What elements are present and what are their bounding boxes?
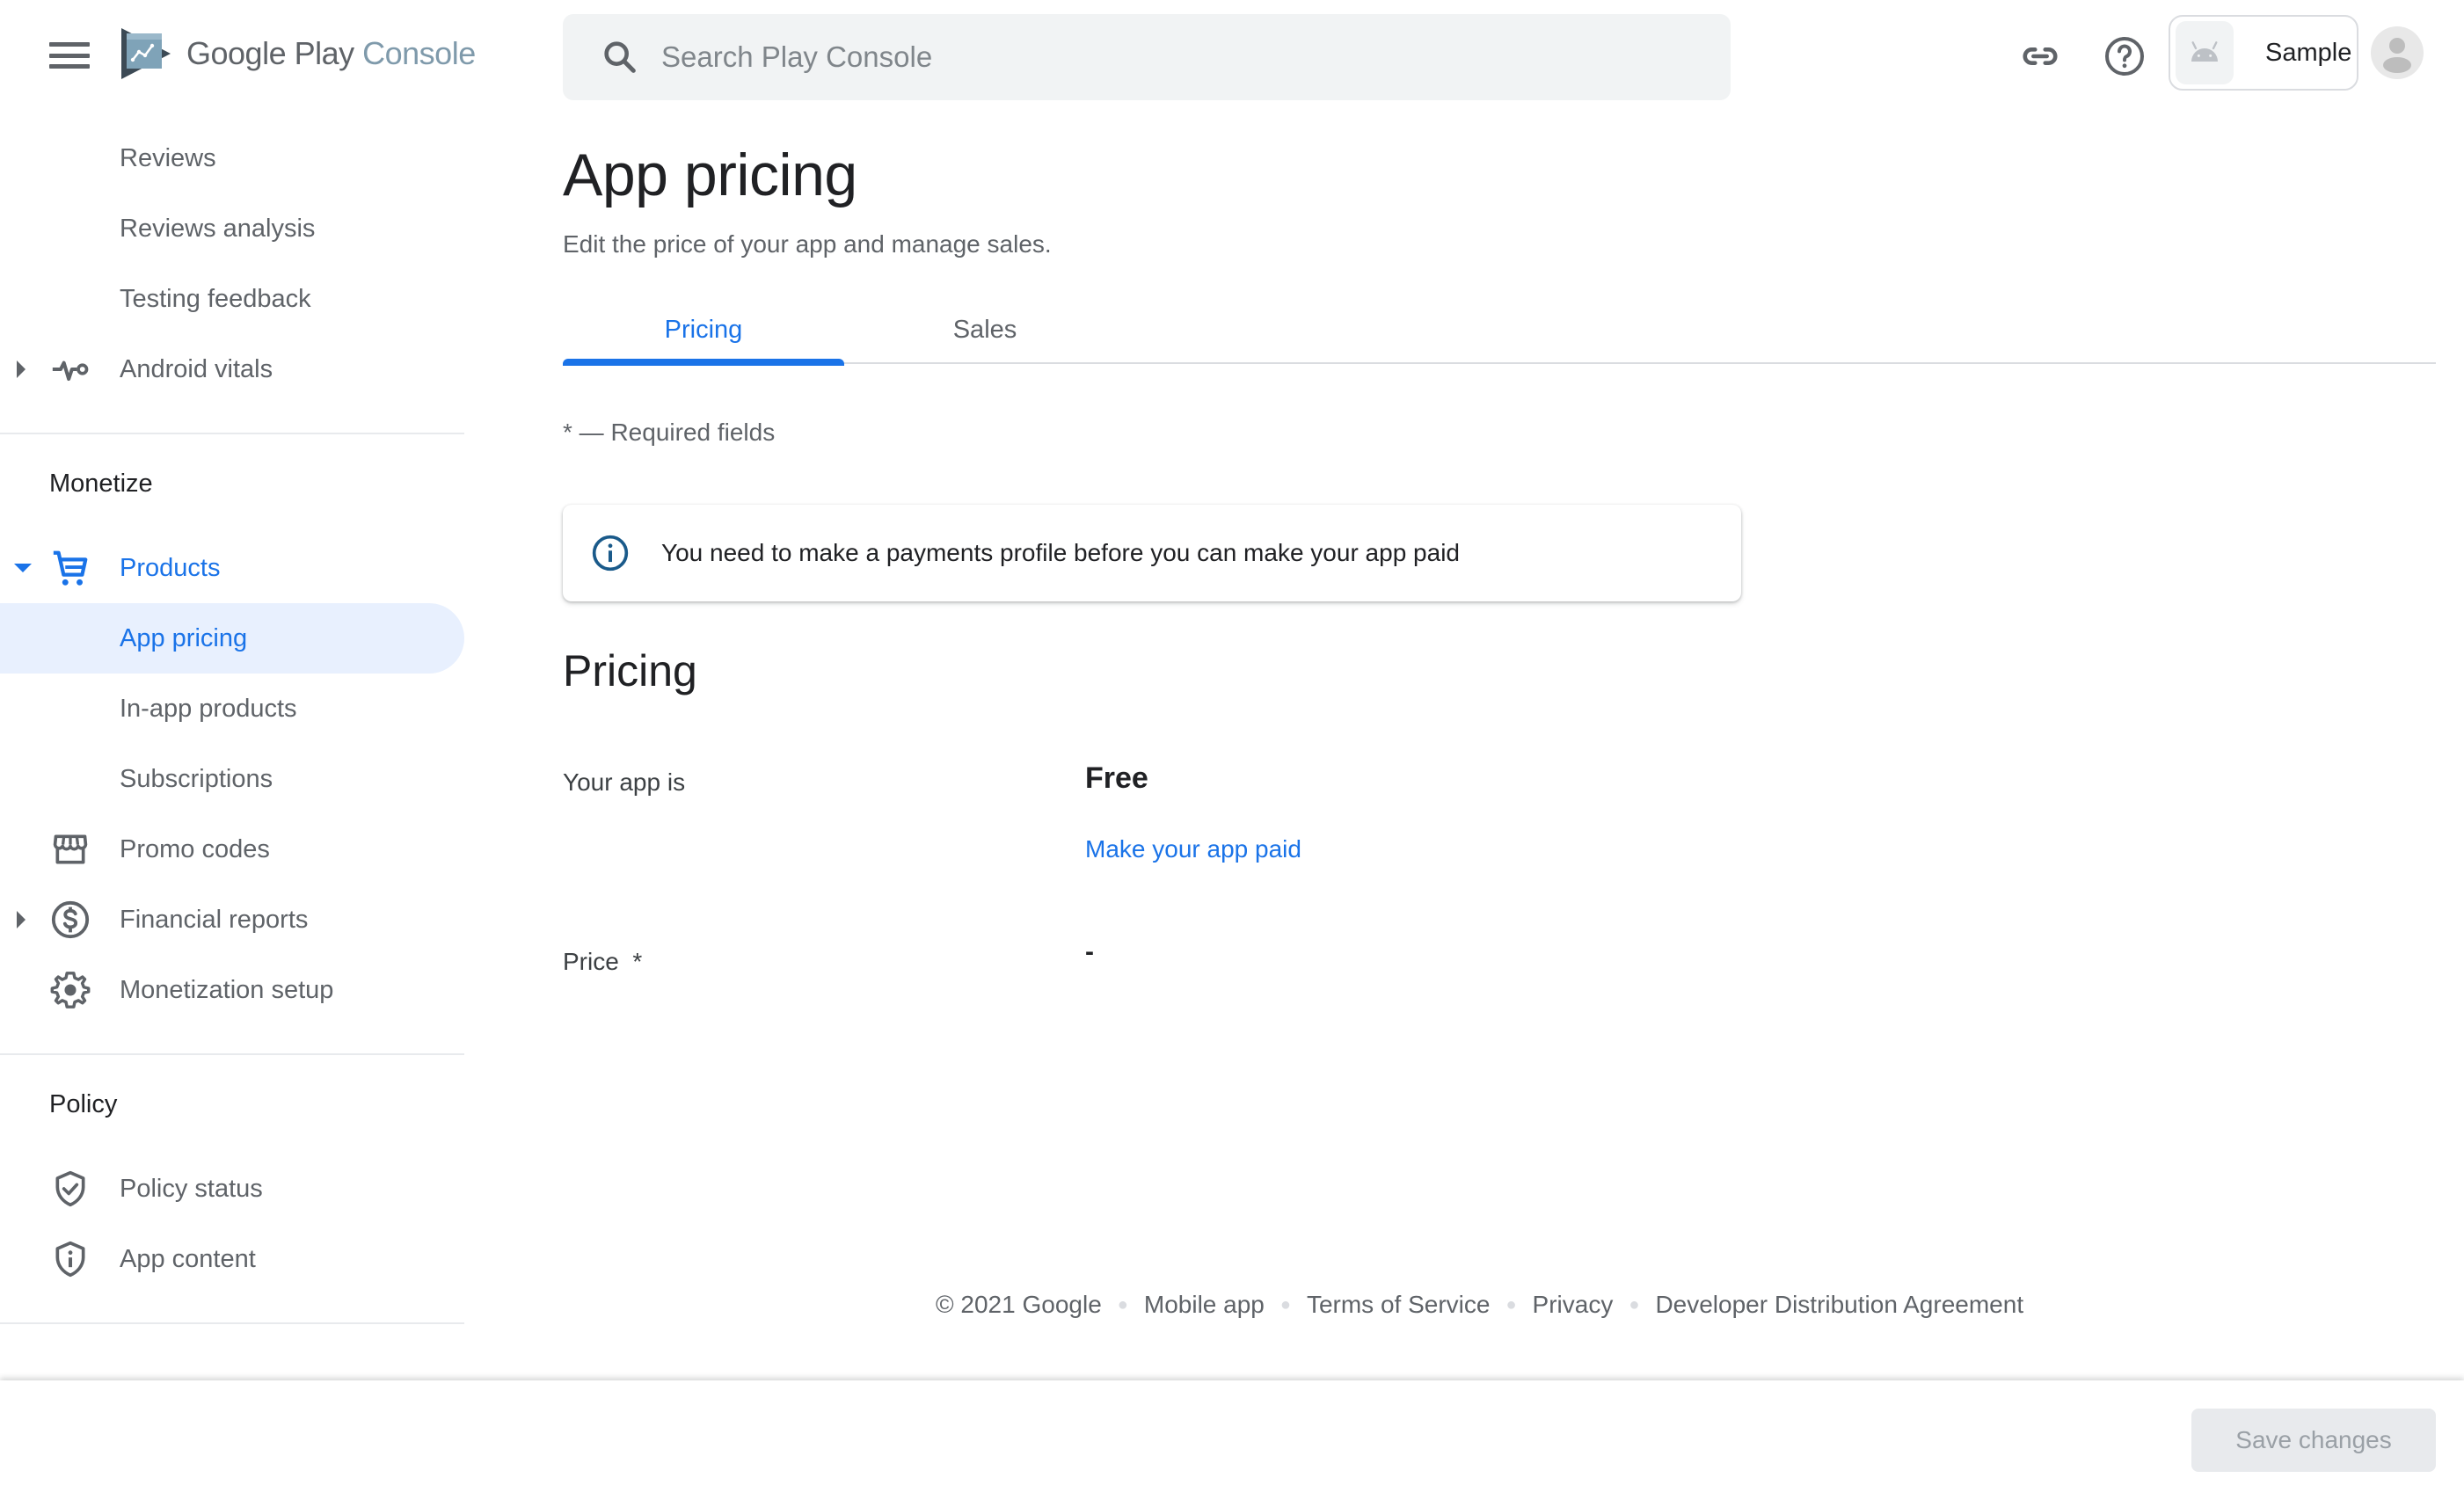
search-icon <box>604 41 636 73</box>
menu-icon[interactable] <box>46 35 93 76</box>
price-value: - <box>1085 937 1094 966</box>
search-bar[interactable] <box>563 14 1731 100</box>
footer-link-privacy[interactable]: Privacy <box>1533 1291 1614 1319</box>
collapse-arrow-icon[interactable] <box>14 562 32 574</box>
tab-bar: Pricing Sales <box>563 295 2436 366</box>
section-title-monetize: Monetize <box>49 470 153 498</box>
section-title-policy: Policy <box>49 1090 118 1118</box>
info-icon <box>592 535 629 572</box>
app-selector[interactable]: Sample <box>2169 15 2358 91</box>
sidebar-item-label: Subscriptions <box>120 764 273 793</box>
vitals-icon <box>49 348 91 390</box>
required-fields-note: * — Required fields <box>563 419 776 446</box>
sidebar-item-label: App content <box>120 1244 256 1273</box>
footer-separator: ● <box>1505 1294 1517 1314</box>
pricing-section-title: Pricing <box>563 646 697 695</box>
sidebar-item-label: Products <box>120 553 221 582</box>
app-is-label: Your app is <box>563 768 686 796</box>
sidebar-item-subscriptions[interactable]: Subscriptions <box>0 744 464 814</box>
expand-arrow-icon[interactable] <box>14 360 28 378</box>
storefront-icon <box>49 828 91 870</box>
footer-link-dda[interactable]: Developer Distribution Agreement <box>1655 1291 2023 1319</box>
sidebar-item-label: In-app products <box>120 694 297 723</box>
make-app-paid-link[interactable]: Make your app paid <box>1085 835 1301 863</box>
expand-arrow-icon[interactable] <box>14 911 28 928</box>
sidebar-item-promo-codes[interactable]: Promo codes <box>0 814 464 885</box>
sidebar-item-label: Reviews <box>120 143 216 172</box>
tab-pricing[interactable]: Pricing <box>563 295 844 366</box>
sidebar-divider <box>0 433 464 434</box>
footer-separator: ● <box>1279 1294 1291 1314</box>
top-app-bar: Google Play Console Sample <box>0 0 2464 111</box>
bottom-action-bar: Save changes <box>0 1380 2464 1500</box>
sidebar-item-label: App pricing <box>120 623 248 652</box>
sidebar-item-testing-feedback[interactable]: Testing feedback <box>0 264 464 334</box>
price-label: Price * <box>563 948 643 975</box>
sidebar-item-label: Monetization setup <box>120 975 334 1004</box>
sidebar-item-label: Reviews analysis <box>120 214 316 243</box>
logo-text-secondary: Console <box>362 35 476 71</box>
footer-separator: ● <box>1117 1294 1128 1314</box>
save-changes-button[interactable]: Save changes <box>2191 1409 2436 1472</box>
info-banner: You need to make a payments profile befo… <box>563 505 1741 601</box>
dollar-icon <box>49 899 91 941</box>
sidebar-nav: Reviews Reviews analysis Testing feedbac… <box>0 111 464 1386</box>
gear-icon <box>49 969 91 1011</box>
sidebar-divider <box>0 1053 464 1055</box>
cart-icon <box>49 547 91 589</box>
sidebar-item-label: Testing feedback <box>120 284 311 313</box>
play-console-logo-icon <box>121 28 171 79</box>
sidebar-item-reviews[interactable]: Reviews <box>0 123 464 193</box>
logo-text: Google Play Console <box>186 35 476 72</box>
help-icon[interactable] <box>2102 33 2147 79</box>
footer-separator: ● <box>1629 1294 1640 1314</box>
sidebar-item-label: Android vitals <box>120 354 273 383</box>
sidebar-item-policy-status[interactable]: Policy status <box>0 1154 464 1224</box>
sidebar-item-products[interactable]: Products <box>0 533 464 603</box>
footer-copyright: © 2021 Google <box>936 1291 1102 1318</box>
footer-link-mobile-app[interactable]: Mobile app <box>1144 1291 1265 1319</box>
sidebar-item-financial-reports[interactable]: Financial reports <box>0 885 464 955</box>
sidebar-item-monetization-setup[interactable]: Monetization setup <box>0 955 464 1025</box>
shield-info-icon <box>49 1238 91 1280</box>
play-console-logo[interactable]: Google Play Console <box>120 26 476 81</box>
footer-link-terms[interactable]: Terms of Service <box>1307 1291 1491 1319</box>
sidebar-divider <box>0 1322 464 1324</box>
tab-sales[interactable]: Sales <box>844 295 1126 364</box>
sidebar-item-label: Policy status <box>120 1174 263 1203</box>
app-is-value: Free <box>1085 761 1148 795</box>
sidebar-item-in-app-products[interactable]: In-app products <box>0 674 464 744</box>
search-input[interactable] <box>661 40 1629 74</box>
sidebar-item-label: Promo codes <box>120 834 270 863</box>
sidebar-item-app-content[interactable]: App content <box>0 1224 464 1294</box>
account-avatar-icon[interactable] <box>2371 26 2424 79</box>
footer: © 2021 Google ● Mobile app ● Terms of Se… <box>936 1291 2023 1319</box>
info-banner-text: You need to make a payments profile befo… <box>661 539 1460 566</box>
sidebar-item-app-pricing[interactable]: App pricing <box>0 603 464 674</box>
app-name: Sample <box>2265 38 2352 67</box>
sidebar-item-android-vitals[interactable]: Android vitals <box>0 334 464 404</box>
logo-text-primary: Google Play <box>186 35 354 71</box>
sidebar-item-label: Financial reports <box>120 905 309 934</box>
shield-check-icon <box>49 1168 91 1210</box>
link-icon[interactable] <box>2017 33 2063 79</box>
page-subtitle: Edit the price of your app and manage sa… <box>563 230 1052 258</box>
page-title: App pricing <box>563 142 857 208</box>
android-icon <box>2176 21 2234 84</box>
sidebar-item-reviews-analysis[interactable]: Reviews analysis <box>0 193 464 264</box>
